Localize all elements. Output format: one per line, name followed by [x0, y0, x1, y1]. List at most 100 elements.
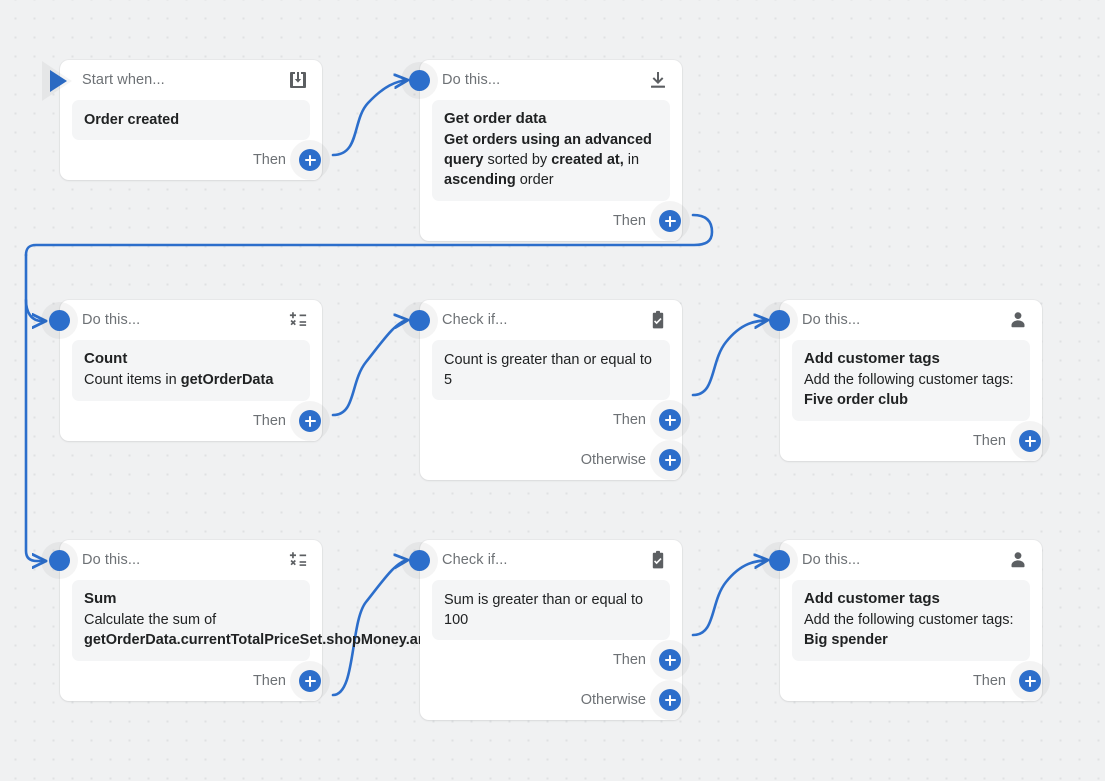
action-desc-part-1: Add the following customer tags:	[804, 612, 1014, 628]
input-node-handle[interactable]	[409, 70, 430, 91]
card-header: Check if...	[420, 540, 682, 580]
card-header-label: Do this...	[802, 552, 861, 568]
connector-checksum-to-tagbig	[691, 560, 768, 637]
card-footer: Then	[60, 140, 322, 180]
card-body: Sum is greater than or equal to 100	[432, 580, 670, 640]
node-card-get-order-data[interactable]: Do this... Get order data Get orders usi…	[409, 60, 682, 241]
add-step-button[interactable]	[299, 410, 321, 432]
card-header-label: Start when...	[82, 72, 165, 88]
node-card-tag-five-order-club[interactable]: Do this... Add customer tags Add the fol…	[769, 300, 1042, 461]
action-desc-part-6: order	[515, 172, 554, 188]
card-header: Do this...	[780, 300, 1042, 340]
action-tag-value: Five order club	[804, 392, 908, 408]
card-body: Sum Calculate the sum of getOrderData.cu…	[72, 580, 462, 661]
clipboard-check-icon	[652, 310, 664, 329]
then-label: Then	[972, 673, 1006, 689]
otherwise-label: Otherwise	[580, 452, 646, 468]
add-step-button[interactable]	[1019, 670, 1041, 692]
input-node-handle[interactable]	[49, 550, 70, 571]
card-header: Start when...	[60, 60, 322, 100]
action-tag-value: Big spender	[804, 632, 888, 648]
footer-row-then: Then	[60, 661, 321, 701]
card-footer: Then	[60, 661, 322, 701]
then-label: Then	[972, 433, 1006, 449]
trigger-title: Order created	[84, 112, 180, 128]
footer-row-then: Then	[60, 401, 321, 441]
footer-row-otherwise: Otherwise	[420, 680, 681, 720]
then-label: Then	[612, 652, 646, 668]
add-then-step-button[interactable]	[659, 409, 681, 431]
card-body: Count Count items in getOrderData	[72, 340, 310, 401]
order-created-icon	[290, 72, 306, 88]
add-then-step-button[interactable]	[659, 649, 681, 671]
workflow-canvas[interactable]: Start when... Order created Then Do this…	[0, 0, 1105, 781]
action-title: Get order data	[444, 110, 547, 127]
add-step-button[interactable]	[299, 670, 321, 692]
otherwise-label: Otherwise	[580, 692, 646, 708]
card-body: Get order data Get orders using an advan…	[432, 100, 670, 201]
card-header-label: Do this...	[442, 72, 501, 88]
node-card-trigger[interactable]: Start when... Order created Then	[42, 60, 322, 180]
then-label: Then	[252, 413, 286, 429]
add-otherwise-step-button[interactable]	[659, 689, 681, 711]
connector-trigger-to-getorderdata	[331, 80, 408, 157]
math-operators-icon	[289, 312, 307, 326]
footer-row-then: Then	[60, 140, 321, 180]
footer-row-then: Then	[420, 201, 681, 241]
get-data-icon	[651, 72, 665, 88]
card-header: Do this...	[60, 300, 322, 340]
card-header: Do this...	[420, 60, 682, 100]
action-title: Count	[84, 350, 128, 367]
condition-text: Sum is greater than or equal to 100	[444, 592, 644, 628]
input-node-handle[interactable]	[769, 310, 790, 331]
action-desc-part-1: Add the following customer tags:	[804, 372, 1014, 388]
add-step-button[interactable]	[299, 149, 321, 171]
action-desc-part-2: sorted by	[483, 152, 552, 168]
start-trigger-icon	[42, 61, 72, 101]
input-node-handle[interactable]	[769, 550, 790, 571]
math-operators-icon	[289, 552, 307, 566]
card-header-label: Check if...	[442, 552, 508, 568]
card-footer: Then	[780, 661, 1042, 701]
action-desc-part-5: ascending	[444, 172, 516, 188]
card-footer: Then	[420, 201, 682, 241]
action-desc-part-1: Calculate the sum of	[84, 612, 217, 628]
footer-row-then: Then	[780, 661, 1041, 701]
node-card-check-count[interactable]: Check if... Count is greater than or equ…	[409, 300, 682, 480]
card-header: Do this...	[60, 540, 322, 580]
card-header: Do this...	[780, 540, 1042, 580]
card-body: Order created	[72, 100, 310, 140]
card-header-label: Do this...	[82, 552, 141, 568]
connector-sum-to-checksum	[331, 560, 408, 697]
card-header-label: Check if...	[442, 312, 508, 328]
then-label: Then	[612, 213, 646, 229]
node-card-count[interactable]: Do this... Count Count items in getOrder…	[49, 300, 322, 441]
action-desc-part-4: in	[623, 152, 640, 168]
action-title: Add customer tags	[804, 590, 940, 607]
clipboard-check-icon	[652, 550, 664, 569]
action-desc-part-1: Count items in	[84, 372, 181, 388]
input-node-handle[interactable]	[409, 310, 430, 331]
node-card-tag-big-spender[interactable]: Do this... Add customer tags Add the fol…	[769, 540, 1042, 701]
card-footer: Then Otherwise	[420, 400, 682, 480]
action-title: Add customer tags	[804, 350, 940, 367]
add-step-button[interactable]	[1019, 430, 1041, 452]
node-card-check-sum[interactable]: Check if... Sum is greater than or equal…	[409, 540, 682, 720]
connector-branch-trunk	[24, 253, 46, 561]
then-label: Then	[252, 673, 286, 689]
footer-row-then: Then	[420, 400, 681, 440]
connector-branch-to-count	[24, 298, 46, 321]
card-header-label: Do this...	[802, 312, 861, 328]
footer-row-otherwise: Otherwise	[420, 440, 681, 480]
input-node-handle[interactable]	[409, 550, 430, 571]
input-node-handle[interactable]	[49, 310, 70, 331]
card-footer: Then	[780, 421, 1042, 461]
add-step-button[interactable]	[659, 210, 681, 232]
connector-count-to-checkcount	[331, 320, 408, 417]
action-title: Sum	[84, 590, 117, 607]
footer-row-then: Then	[420, 640, 681, 680]
add-otherwise-step-button[interactable]	[659, 449, 681, 471]
then-label: Then	[252, 152, 286, 168]
node-card-sum[interactable]: Do this... Sum Calculate the sum of getO…	[49, 540, 462, 701]
card-header-label: Do this...	[82, 312, 141, 328]
